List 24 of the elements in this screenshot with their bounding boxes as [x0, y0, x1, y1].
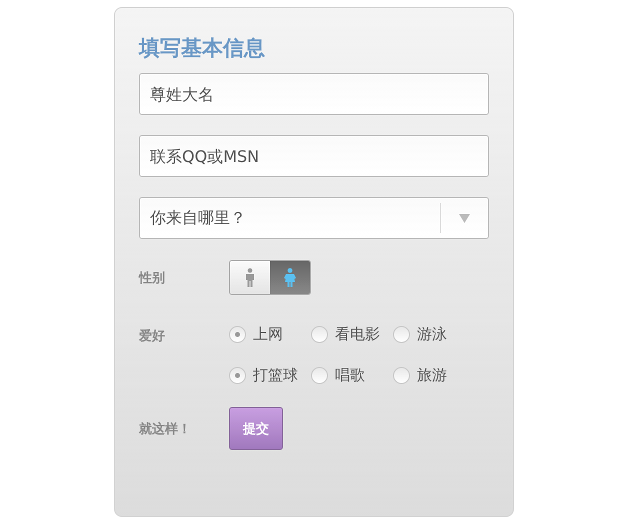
- name-field[interactable]: 尊姓大名: [139, 73, 489, 115]
- person-icon: [244, 268, 256, 288]
- checkbox[interactable]: [393, 367, 410, 384]
- checkbox[interactable]: [393, 326, 410, 343]
- option-label: 旅游: [417, 366, 447, 385]
- submit-label: 就这样！: [139, 420, 192, 438]
- option-label: 打篮球: [253, 366, 298, 385]
- female-option[interactable]: [270, 261, 310, 294]
- caret-icon: [459, 214, 470, 222]
- male-option[interactable]: [230, 261, 270, 294]
- option-label: 游泳: [417, 325, 447, 344]
- option-label: 上网: [253, 325, 283, 344]
- form-title: 填写基本信息: [139, 35, 266, 62]
- option-label: 看电影: [335, 325, 380, 344]
- option-label: 唱歌: [335, 366, 365, 385]
- gender-label: 性别: [139, 270, 166, 286]
- checkbox[interactable]: [229, 367, 246, 384]
- hobbies-label: 爱好: [139, 328, 166, 346]
- checkbox[interactable]: [229, 326, 246, 343]
- checkbox[interactable]: [311, 326, 328, 343]
- checkbox[interactable]: [311, 367, 328, 384]
- contact-field[interactable]: 联系QQ或MSN: [139, 135, 489, 177]
- region-dropdown[interactable]: 你来自哪里？: [139, 197, 489, 239]
- person-icon: [282, 268, 298, 288]
